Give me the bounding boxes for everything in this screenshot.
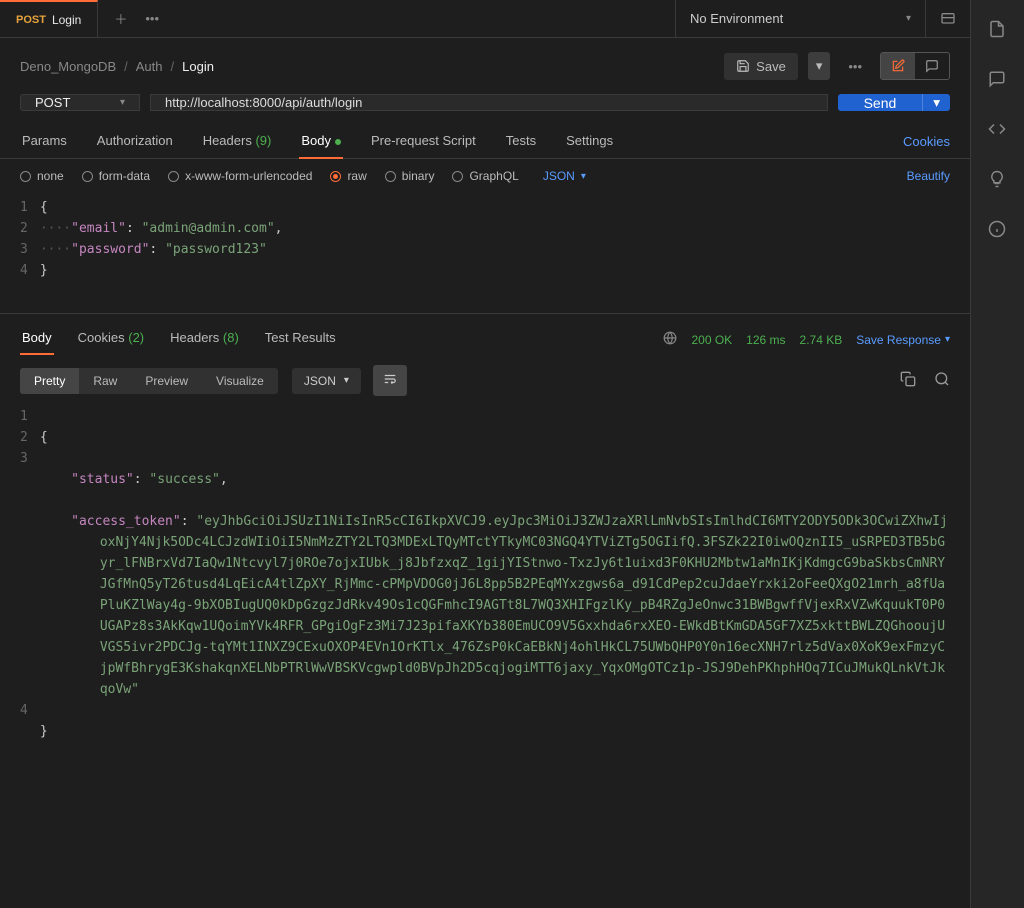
resp-tab-body[interactable]: Body xyxy=(20,324,54,355)
beautify-button[interactable]: Beautify xyxy=(907,169,950,183)
network-icon[interactable] xyxy=(663,331,677,348)
response-size: 2.74 KB xyxy=(800,333,843,347)
resp-tab-testresults[interactable]: Test Results xyxy=(263,324,338,355)
documentation-icon[interactable] xyxy=(988,20,1008,40)
environment-quicklook-icon[interactable] xyxy=(925,0,970,37)
response-format-selector[interactable]: JSON▾ xyxy=(292,368,361,394)
view-raw[interactable]: Raw xyxy=(79,368,131,394)
body-type-none[interactable]: none xyxy=(20,169,64,183)
view-mode-toggle xyxy=(880,52,950,80)
breadcrumb-root[interactable]: Deno_MongoDB xyxy=(20,59,116,74)
breadcrumb-folder[interactable]: Auth xyxy=(136,59,163,74)
response-status: 200 OK xyxy=(691,333,732,347)
response-view-bar: Pretty Raw Preview Visualize JSON▾ xyxy=(0,355,970,406)
comments-icon[interactable] xyxy=(988,70,1008,90)
tab-tests[interactable]: Tests xyxy=(504,125,538,158)
body-type-binary[interactable]: binary xyxy=(385,169,435,183)
resp-tab-headers[interactable]: Headers (8) xyxy=(168,324,241,355)
environment-selector[interactable]: No Environment ▾ xyxy=(675,0,925,37)
breadcrumb: Deno_MongoDB / Auth / Login Save ▾ ••• xyxy=(0,38,970,94)
comment-mode-icon[interactable] xyxy=(915,53,949,79)
cookies-link[interactable]: Cookies xyxy=(903,134,950,149)
request-body-editor[interactable]: 1234 {····"email": "admin@admin.com",···… xyxy=(0,193,970,313)
breadcrumb-current: Login xyxy=(182,59,214,74)
save-response-button[interactable]: Save Response ▾ xyxy=(856,333,950,347)
request-tabs: Params Authorization Headers (9) Body Pr… xyxy=(0,125,970,159)
body-type-raw[interactable]: raw xyxy=(330,169,366,183)
url-input[interactable] xyxy=(150,94,828,111)
view-pretty[interactable]: Pretty xyxy=(20,368,79,394)
new-tab-icon[interactable]: ＋ xyxy=(114,9,127,28)
send-button[interactable]: Send xyxy=(838,94,923,111)
request-tab[interactable]: POST Login xyxy=(0,0,98,37)
save-icon xyxy=(736,59,750,73)
tab-headers[interactable]: Headers (9) xyxy=(201,125,274,158)
send-dropdown[interactable]: ▾ xyxy=(922,94,950,111)
method-selector[interactable]: POST ▾ xyxy=(20,94,140,111)
view-visualize[interactable]: Visualize xyxy=(202,368,278,394)
body-format-selector[interactable]: JSON▾ xyxy=(543,169,586,183)
body-type-selector: none form-data x-www-form-urlencoded raw… xyxy=(0,159,970,193)
response-time: 126 ms xyxy=(746,333,785,347)
tab-prerequest[interactable]: Pre-request Script xyxy=(369,125,478,158)
resp-tab-cookies[interactable]: Cookies (2) xyxy=(76,324,146,355)
wrap-lines-icon[interactable] xyxy=(373,365,407,396)
tab-settings[interactable]: Settings xyxy=(564,125,615,158)
more-actions-icon[interactable]: ••• xyxy=(840,55,870,78)
body-type-urlencoded[interactable]: x-www-form-urlencoded xyxy=(168,169,312,183)
chevron-down-icon: ▾ xyxy=(906,13,911,24)
save-button[interactable]: Save xyxy=(724,53,798,80)
response-tabs: Body Cookies (2) Headers (8) Test Result… xyxy=(0,313,970,355)
view-preview[interactable]: Preview xyxy=(131,368,202,394)
body-modified-dot xyxy=(335,139,341,145)
copy-icon[interactable] xyxy=(900,371,916,390)
tab-params[interactable]: Params xyxy=(20,125,69,158)
right-sidebar xyxy=(970,0,1024,908)
build-mode-icon[interactable] xyxy=(881,53,915,79)
code-icon[interactable] xyxy=(988,120,1008,140)
search-icon[interactable] xyxy=(934,371,950,390)
tab-authorization[interactable]: Authorization xyxy=(95,125,175,158)
tab-title: Login xyxy=(52,13,81,27)
environment-label: No Environment xyxy=(690,11,783,26)
tab-bar: POST Login ＋ ••• No Environment ▾ xyxy=(0,0,970,38)
save-dropdown[interactable]: ▾ xyxy=(808,52,831,80)
response-body-viewer[interactable]: 1234 { "status": "success", "access_toke… xyxy=(0,406,970,908)
info-icon[interactable] xyxy=(988,220,1008,240)
body-type-formdata[interactable]: form-data xyxy=(82,169,150,183)
tab-body[interactable]: Body xyxy=(299,125,343,158)
tab-method: POST xyxy=(16,14,46,26)
body-type-graphql[interactable]: GraphQL xyxy=(452,169,518,183)
more-tabs-icon[interactable]: ••• xyxy=(145,11,159,26)
lightbulb-icon[interactable] xyxy=(988,170,1008,190)
chevron-down-icon: ▾ xyxy=(120,97,125,108)
